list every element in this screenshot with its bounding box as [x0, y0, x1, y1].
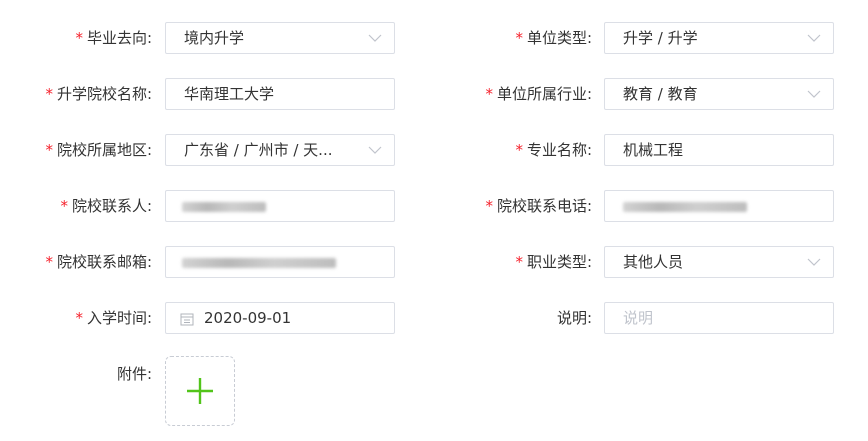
unit-type-select[interactable]: 升学 / 升学 — [604, 22, 834, 54]
school-name-input[interactable]: 华南理工大学 — [165, 78, 395, 110]
school-name-value: 华南理工大学 — [184, 85, 275, 103]
school-phone-label: * 院校联系电话: — [440, 190, 592, 222]
attachment-upload-button[interactable] — [165, 356, 235, 426]
unit-type-value: 升学 / 升学 — [623, 29, 698, 47]
enroll-date-label-text: 入学时间: — [86, 309, 152, 327]
chevron-down-icon — [807, 90, 821, 98]
grad-direction-label-text: 毕业去向: — [86, 29, 152, 47]
job-type-value: 其他人员 — [623, 253, 684, 271]
school-contact-label: * 院校联系人: — [0, 190, 152, 222]
remark-placeholder: 说明 — [623, 309, 654, 327]
school-email-label: * 院校联系邮箱: — [0, 246, 152, 278]
redacted-phone — [623, 202, 747, 212]
school-name-label-text: 升学院校名称: — [56, 85, 152, 103]
enroll-date-label: * 入学时间: — [0, 302, 152, 334]
required-star: * — [45, 85, 53, 103]
required-star: * — [60, 197, 68, 215]
school-contact-label-text: 院校联系人: — [71, 197, 152, 215]
school-email-label-text: 院校联系邮箱: — [56, 253, 152, 271]
required-star: * — [515, 29, 523, 47]
unit-type-label: * 单位类型: — [440, 22, 592, 54]
remark-input[interactable]: 说明 — [604, 302, 834, 334]
chevron-down-icon — [368, 146, 382, 154]
job-type-label-text: 职业类型: — [526, 253, 592, 271]
redacted-contact — [182, 202, 266, 212]
required-star: * — [515, 253, 523, 271]
job-type-select[interactable]: 其他人员 — [604, 246, 834, 278]
chevron-down-icon — [807, 34, 821, 42]
unit-industry-label-text: 单位所属行业: — [496, 85, 592, 103]
enroll-date-picker[interactable]: 2020-09-01 — [165, 302, 395, 334]
grad-direction-label: * 毕业去向: — [0, 22, 152, 54]
plus-icon — [187, 378, 213, 404]
required-star: * — [75, 29, 83, 47]
grad-direction-select[interactable]: 境内升学 — [165, 22, 395, 54]
school-name-label: * 升学院校名称: — [0, 78, 152, 110]
required-star: * — [485, 85, 493, 103]
unit-type-label-text: 单位类型: — [526, 29, 592, 47]
required-star: * — [45, 253, 53, 271]
unit-industry-select[interactable]: 教育 / 教育 — [604, 78, 834, 110]
remark-label: 说明: — [440, 302, 592, 334]
enroll-date-value: 2020-09-01 — [204, 309, 292, 327]
required-star: * — [515, 141, 523, 159]
major-name-label: * 专业名称: — [440, 134, 592, 166]
school-phone-label-text: 院校联系电话: — [496, 197, 592, 215]
school-region-value: 广东省 / 广州市 / 天... — [184, 141, 333, 159]
unit-industry-value: 教育 / 教育 — [623, 85, 698, 103]
attachment-label-text: 附件: — [116, 365, 152, 383]
grad-direction-value: 境内升学 — [184, 29, 245, 47]
major-name-value: 机械工程 — [623, 141, 684, 159]
school-region-cascader[interactable]: 广东省 / 广州市 / 天... — [165, 134, 395, 166]
school-contact-input[interactable] — [165, 190, 395, 222]
school-region-label: * 院校所属地区: — [0, 134, 152, 166]
school-region-label-text: 院校所属地区: — [56, 141, 152, 159]
required-star: * — [75, 309, 83, 327]
remark-label-text: 说明: — [556, 309, 592, 327]
required-star: * — [485, 197, 493, 215]
school-email-input[interactable] — [165, 246, 395, 278]
calendar-icon — [180, 313, 194, 326]
chevron-down-icon — [368, 34, 382, 42]
attachment-label: 附件: — [0, 358, 152, 390]
school-phone-input[interactable] — [604, 190, 834, 222]
major-name-input[interactable]: 机械工程 — [604, 134, 834, 166]
redacted-email — [182, 258, 336, 268]
required-star: * — [45, 141, 53, 159]
job-type-label: * 职业类型: — [440, 246, 592, 278]
major-name-label-text: 专业名称: — [526, 141, 592, 159]
unit-industry-label: * 单位所属行业: — [440, 78, 592, 110]
chevron-down-icon — [807, 258, 821, 266]
